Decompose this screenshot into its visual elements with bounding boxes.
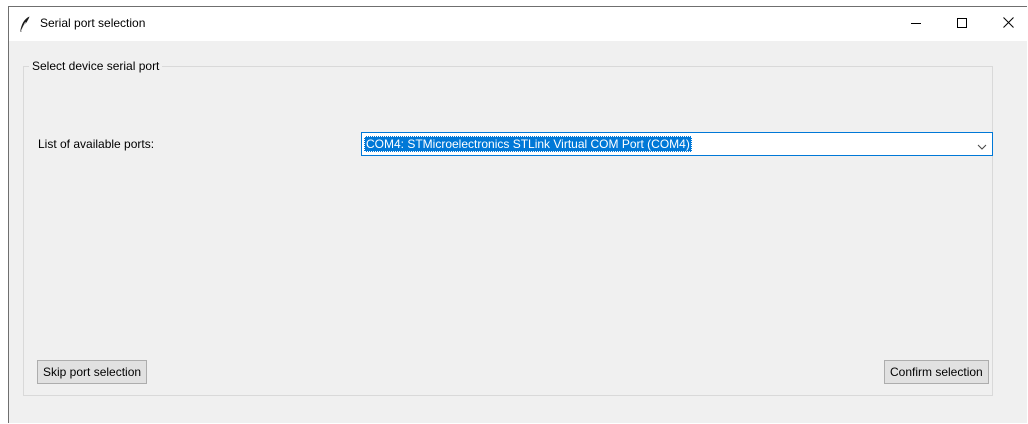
skip-port-selection-button[interactable]: Skip port selection: [37, 360, 148, 384]
ports-list-label: List of available ports:: [38, 137, 155, 151]
serial-port-groupbox: [23, 66, 993, 396]
chevron-down-icon[interactable]: [976, 139, 988, 150]
feather-icon: [19, 16, 31, 32]
group-title: Select device serial port: [29, 59, 163, 73]
maximize-button[interactable]: [939, 7, 985, 41]
close-icon: [1002, 15, 1014, 33]
title-bar[interactable]: Serial port selection: [9, 7, 1027, 41]
minimize-button[interactable]: [893, 7, 939, 41]
port-select-combobox[interactable]: COM4: STMicroelectronics STLink Virtual …: [361, 132, 993, 156]
maximize-icon: [957, 15, 967, 33]
minimize-icon: [911, 15, 921, 33]
close-button[interactable]: [985, 7, 1028, 41]
confirm-selection-button[interactable]: Confirm selection: [884, 360, 989, 384]
window-title: Serial port selection: [40, 16, 146, 30]
selected-port-value: COM4: STMicroelectronics STLink Virtual …: [364, 136, 692, 152]
